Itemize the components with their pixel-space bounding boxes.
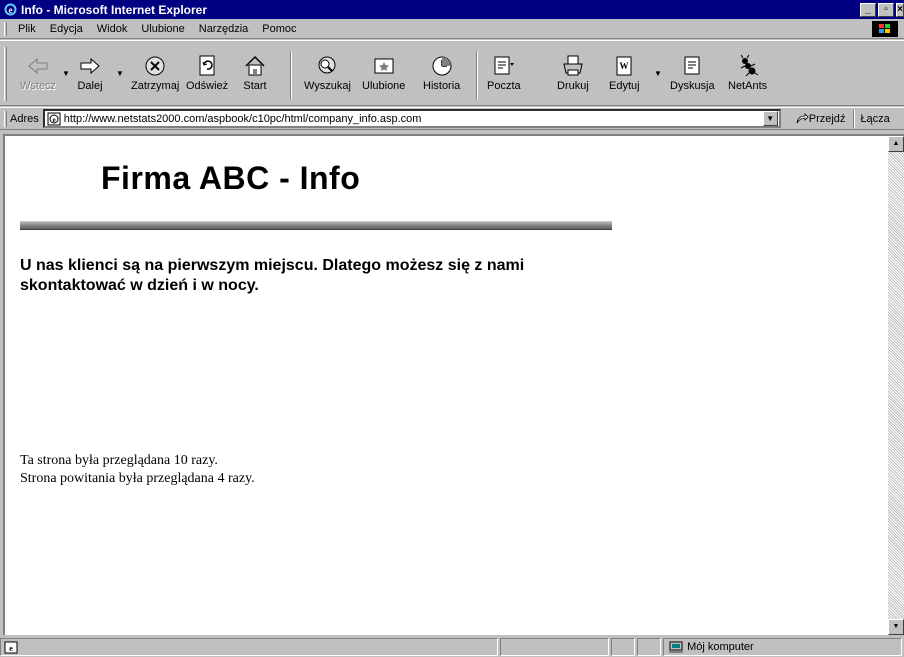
menubar-grip xyxy=(4,21,7,36)
favorites-button[interactable]: Ulubione xyxy=(362,53,405,103)
status-zone-label: Mój komputer xyxy=(687,641,754,653)
stop-button[interactable]: Zatrzymaj xyxy=(131,53,179,103)
back-label: Wstecz xyxy=(20,80,57,92)
restore-button[interactable]: ▫ xyxy=(878,2,894,17)
favorites-label: Ulubione xyxy=(362,80,406,92)
ie-page-icon: e xyxy=(47,112,61,125)
status-message: e xyxy=(0,638,498,656)
address-url: http://www.netstats2000.com/aspbook/c10p… xyxy=(63,112,422,125)
vertical-scrollbar[interactable]: ▲ ▼ xyxy=(888,134,904,635)
scroll-up-icon[interactable]: ▲ xyxy=(888,136,904,152)
edit-dropdown-icon[interactable]: ▼ xyxy=(654,69,662,78)
mail-label: Poczta xyxy=(487,80,521,92)
go-arrow-icon xyxy=(796,112,809,123)
refresh-label: Odśwież xyxy=(186,80,229,92)
menu-help[interactable]: Pomoc xyxy=(255,23,303,35)
my-computer-icon xyxy=(669,641,684,653)
status-progress xyxy=(499,638,610,656)
back-arrow-icon xyxy=(28,57,48,75)
refresh-icon xyxy=(199,55,215,76)
search-label: Wyszukaj xyxy=(304,80,351,92)
window-title: Info - Microsoft Internet Explorer xyxy=(21,2,208,17)
window-titlebar: e Info - Microsoft Internet Explorer _ ▫… xyxy=(0,0,904,19)
forward-label: Dalej xyxy=(77,80,103,92)
addressbar-grip xyxy=(4,110,7,127)
visit-stats: Ta strona była przeglądana 10 razy. Stro… xyxy=(20,452,255,488)
ie-logo-icon: e xyxy=(3,3,17,17)
address-dropdown-icon[interactable]: ▼ xyxy=(762,111,778,126)
welcome-visit-count: Strona powitania była przeglądana 4 razy… xyxy=(20,471,255,486)
address-label: Adres xyxy=(10,112,39,125)
minimize-button[interactable]: _ xyxy=(860,2,876,17)
home-button[interactable]: Start xyxy=(242,53,268,103)
menu-edit[interactable]: Edycja xyxy=(43,23,90,35)
ant-icon xyxy=(740,54,758,77)
status-offline xyxy=(637,638,662,656)
svg-text:e: e xyxy=(52,116,55,124)
svg-text:W: W xyxy=(620,61,629,71)
company-slogan: U nas klienci są na pierwszym miejscu. D… xyxy=(20,257,525,294)
svg-text:e: e xyxy=(9,644,13,653)
forward-arrow-icon xyxy=(80,57,100,75)
links-button[interactable]: Łącza xyxy=(860,113,889,125)
page-visit-count: Ta strona była przeglądana 10 razy. xyxy=(20,453,218,468)
svg-text:e: e xyxy=(8,5,12,15)
menu-favorites[interactable]: Ulubione xyxy=(134,23,191,35)
back-dropdown-icon[interactable]: ▼ xyxy=(62,69,70,78)
favorites-icon xyxy=(374,58,394,74)
windows-logo-icon xyxy=(872,21,898,37)
refresh-button[interactable]: Odśwież xyxy=(186,53,228,103)
search-icon xyxy=(318,56,336,74)
stop-label: Zatrzymaj xyxy=(131,80,180,92)
links-separator xyxy=(853,109,856,128)
address-input[interactable]: e http://www.netstats2000.com/aspbook/c1… xyxy=(42,109,781,128)
home-label: Start xyxy=(243,80,267,92)
print-label: Drukuj xyxy=(557,80,589,92)
edit-label: Edytuj xyxy=(609,80,640,92)
netants-button[interactable]: NetAnts xyxy=(728,53,767,103)
toolbar-separator xyxy=(290,51,292,99)
print-button[interactable]: Drukuj xyxy=(557,53,589,103)
toolbar-separator xyxy=(476,51,478,99)
forward-button[interactable]: Dalej xyxy=(77,53,103,103)
standard-toolbar: Wstecz ▼ Dalej ▼ Zatrzymaj Odśwież Start… xyxy=(0,40,904,106)
edit-button[interactable]: W Edytuj xyxy=(609,53,640,103)
netants-label: NetAnts xyxy=(728,80,768,92)
discuss-icon xyxy=(684,56,700,75)
back-button[interactable]: Wstecz xyxy=(20,53,56,103)
forward-dropdown-icon[interactable]: ▼ xyxy=(116,69,124,78)
menu-bar: Plik Edycja Widok Ulubione Narzędzia Pom… xyxy=(0,19,904,39)
discuss-label: Dyskusja xyxy=(670,80,715,92)
mail-icon xyxy=(494,56,514,75)
menu-file[interactable]: Plik xyxy=(11,23,43,35)
menu-view[interactable]: Widok xyxy=(90,23,135,35)
edit-word-icon: W xyxy=(616,56,632,76)
status-secure xyxy=(611,638,636,656)
go-button[interactable]: Przejdź xyxy=(795,112,846,125)
history-label: Historia xyxy=(423,80,461,92)
history-icon xyxy=(432,56,452,76)
ie-status-icon: e xyxy=(4,641,18,653)
stop-icon xyxy=(145,56,165,76)
mail-button[interactable]: Poczta xyxy=(487,53,521,103)
search-button[interactable]: Wyszukaj xyxy=(304,53,351,103)
close-button[interactable]: × xyxy=(896,2,904,17)
go-label: Przejdź xyxy=(808,112,846,125)
address-bar: Adres e http://www.netstats2000.com/aspb… xyxy=(0,107,904,130)
printer-icon xyxy=(563,55,583,76)
status-zone: Mój komputer xyxy=(663,638,903,656)
home-icon xyxy=(245,55,265,76)
discuss-button[interactable]: Dyskusja xyxy=(670,53,715,103)
toolbar-grip xyxy=(4,47,7,101)
scroll-down-icon[interactable]: ▼ xyxy=(888,619,904,635)
history-button[interactable]: Historia xyxy=(423,53,460,103)
page-title: Firma ABC - Info xyxy=(101,160,361,196)
menu-tools[interactable]: Narzędzia xyxy=(192,23,256,35)
page-content: Firma ABC - Info U nas klienci są na pie… xyxy=(3,134,888,635)
status-bar: e Mój komputer xyxy=(0,637,904,657)
horizontal-rule xyxy=(20,221,612,230)
